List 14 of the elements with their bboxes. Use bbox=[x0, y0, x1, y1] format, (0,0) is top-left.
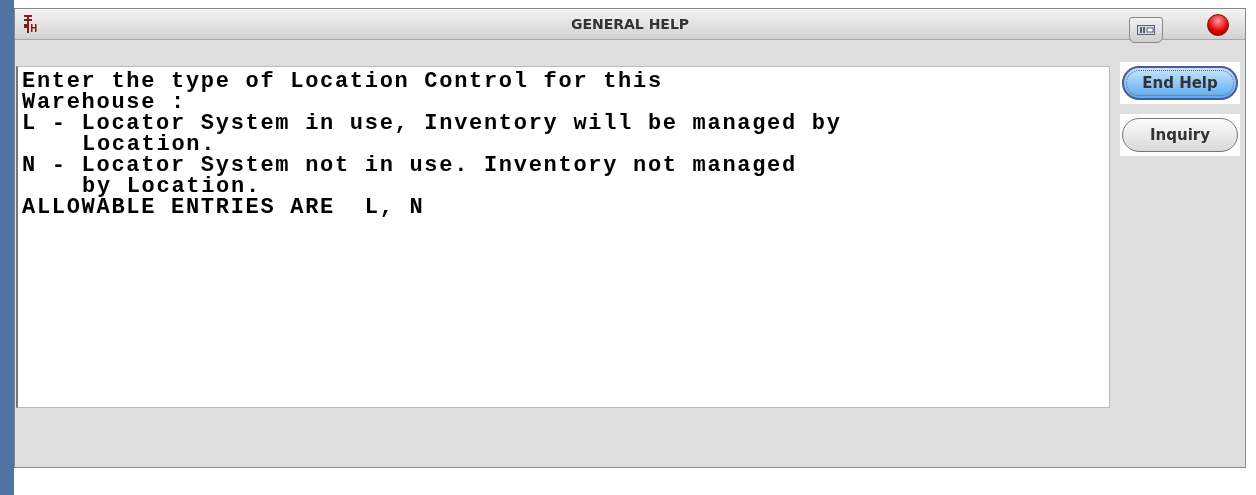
window-title: GENERAL HELP bbox=[570, 16, 691, 32]
action-button[interactable]: Inquiry bbox=[1122, 118, 1238, 152]
help-text-line: Enter the type of Location Control for this bbox=[22, 71, 664, 92]
help-text-line: Location. bbox=[81, 134, 217, 155]
toolbar-toggle-button[interactable] bbox=[1129, 17, 1163, 43]
help-text-line: ALLOWABLE ENTRIES ARE L, N bbox=[22, 197, 426, 218]
help-text-line: Warehouse : bbox=[22, 92, 186, 113]
logo-icon bbox=[23, 15, 37, 33]
close-button[interactable] bbox=[1207, 14, 1229, 36]
help-text-line: N - Locator System not in use. Inventory not managed bbox=[22, 155, 798, 176]
help-text-line: by Location. bbox=[82, 176, 261, 197]
panel-icon bbox=[1137, 25, 1155, 35]
action-button[interactable]: End Help bbox=[1122, 66, 1238, 100]
help-text-line: L - Locator System in use, Inventory will be managed by bbox=[22, 113, 843, 134]
